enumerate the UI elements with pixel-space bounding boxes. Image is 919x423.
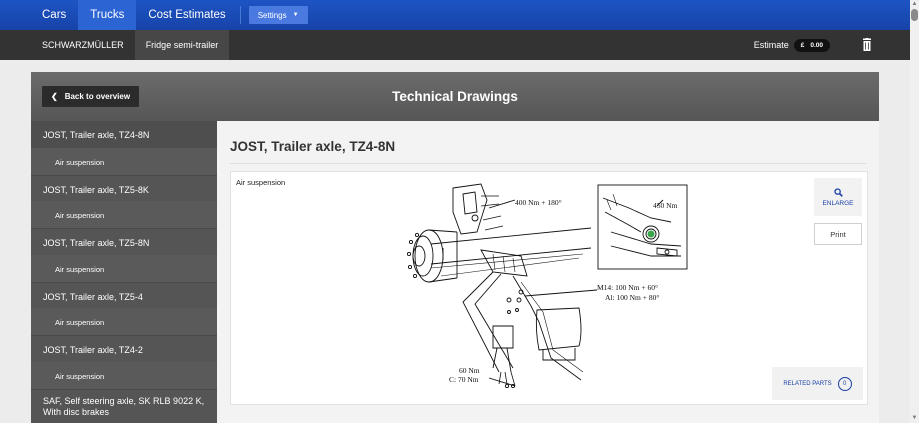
settings-dropdown[interactable]: Settings ▼	[248, 6, 308, 24]
estimate-label: Estimate	[753, 40, 789, 50]
enlarge-label: ENLARGE	[822, 199, 854, 207]
sidebar-subitem-tz5-8n[interactable]: Air suspension	[31, 254, 217, 282]
sidebar-item-tz5-8k[interactable]: JOST, Trailer axle, TZ5-8K	[31, 174, 217, 202]
axle-list-sidebar: JOST, Trailer axle, TZ4-8N Air suspensio…	[31, 121, 217, 423]
technical-drawings-panel: ❮ Back to overview Technical Drawings JO…	[31, 72, 879, 423]
drawing-card: Air suspension 400 Nm + 180° 450 Nm M14:…	[230, 171, 868, 405]
panel-header: ❮ Back to overview Technical Drawings	[31, 72, 879, 121]
sidebar-subitem-tz5-8k[interactable]: Air suspension	[31, 201, 217, 228]
torque-label-al: Al: 100 Nm + 80°	[605, 293, 659, 302]
sidebar-item-tz5-8n[interactable]: JOST, Trailer axle, TZ5-8N	[31, 228, 217, 255]
estimate-summary[interactable]: Estimate £ 0.00	[754, 30, 830, 60]
caret-down-icon: ▼	[292, 12, 299, 18]
sidebar-item-tz5-4[interactable]: JOST, Trailer axle, TZ5-4	[31, 281, 217, 309]
enlarge-button[interactable]: ENLARGE	[814, 178, 862, 216]
scroll-down-icon[interactable]: ▼	[911, 415, 918, 421]
torque-label-bottom1: 60 Nm	[459, 366, 480, 375]
content-title: JOST, Trailer axle, TZ4-8N	[230, 139, 396, 154]
related-parts-label: RELATED PARTS	[783, 380, 832, 387]
scroll-thumb[interactable]	[911, 9, 918, 21]
trash-icon[interactable]	[862, 38, 872, 51]
sidebar-subitem-tz5-4[interactable]: Air suspension	[31, 308, 217, 335]
sidebar-item-tz4-2[interactable]: JOST, Trailer axle, TZ4-2	[31, 335, 217, 362]
breadcrumb-model[interactable]: Fridge semi-trailer	[134, 30, 230, 60]
estimate-currency: £	[800, 41, 805, 49]
magnifier-icon	[833, 187, 843, 197]
title-divider	[230, 163, 866, 164]
breadcrumb-brand[interactable]: SCHWARZMÜLLER	[0, 30, 135, 60]
sidebar-item-saf-sk-rlb[interactable]: SAF, Self steering axle, SK RLB 9022 K, …	[31, 388, 217, 421]
nav-cost-estimates[interactable]: Cost Estimates	[136, 0, 237, 30]
related-parts-count: 0	[837, 376, 852, 391]
estimate-value: 0.00	[810, 41, 823, 49]
torque-label-m14: M14: 100 Nm + 60°	[597, 283, 658, 292]
sidebar-subitem-tz4-8n[interactable]: Air suspension	[31, 147, 217, 175]
sub-nav: SCHWARZMÜLLER Fridge semi-trailer Estima…	[0, 30, 910, 60]
torque-label-inset: 450 Nm	[653, 201, 678, 210]
torque-label-bottom2: C: 70 Nm	[449, 375, 479, 384]
estimate-badge: £ 0.00	[793, 38, 830, 52]
panel-title: Technical Drawings	[392, 89, 518, 104]
related-parts-button[interactable]: RELATED PARTS 0	[772, 367, 863, 400]
scroll-up-icon[interactable]: ▲	[911, 1, 918, 7]
sidebar-item-tz4-8n[interactable]: JOST, Trailer axle, TZ4-8N	[31, 121, 217, 148]
settings-label: Settings	[257, 10, 287, 20]
nav-cars[interactable]: Cars	[0, 0, 78, 30]
torque-label-top: 400 Nm + 180°	[515, 198, 562, 207]
nav-divider	[239, 6, 241, 24]
page-scrollbar[interactable]: ▲ ▼	[910, 0, 919, 423]
sidebar-subitem-tz4-2[interactable]: Air suspension	[31, 361, 217, 389]
top-nav: Cars Trucks Cost Estimates Settings ▼	[0, 0, 910, 30]
nav-trucks[interactable]: Trucks	[78, 0, 137, 30]
print-button[interactable]: Print	[814, 223, 862, 245]
